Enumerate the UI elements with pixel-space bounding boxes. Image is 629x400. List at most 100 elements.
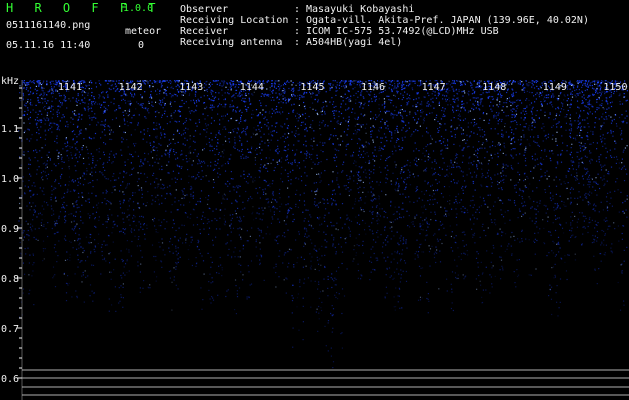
noise-dot <box>401 108 403 111</box>
noise-dot <box>362 244 364 246</box>
noise-dot <box>33 82 35 84</box>
noise-dot <box>75 170 77 172</box>
noise-dot <box>358 179 360 181</box>
noise-dot <box>92 158 94 160</box>
noise-dot <box>397 295 399 297</box>
noise-dot <box>103 162 105 164</box>
noise-dot <box>130 122 133 124</box>
noise-dot <box>27 247 29 249</box>
noise-dot <box>272 194 274 196</box>
noise-dot <box>59 211 62 213</box>
noise-dot <box>415 129 417 131</box>
noise-dot <box>210 256 212 258</box>
noise-dot <box>314 245 316 247</box>
noise-dot <box>130 162 132 164</box>
noise-dot <box>149 80 151 82</box>
noise-dot <box>402 96 405 99</box>
noise-dot <box>434 160 436 162</box>
noise-dot <box>349 84 351 86</box>
noise-dot <box>473 118 476 120</box>
info-separator: : <box>294 37 301 48</box>
noise-dot <box>174 81 176 83</box>
noise-dot <box>37 160 39 162</box>
noise-dot <box>82 101 84 103</box>
noise-dot <box>65 292 68 294</box>
noise-dot <box>63 116 65 118</box>
noise-dot <box>168 139 170 141</box>
noise-dot <box>255 217 257 219</box>
noise-dot <box>59 95 61 97</box>
noise-dot <box>370 118 372 120</box>
noise-dot <box>40 136 42 139</box>
noise-dot <box>258 229 260 231</box>
noise-dot <box>209 298 211 300</box>
noise-dot <box>169 192 171 195</box>
noise-dot <box>224 170 227 172</box>
noise-dot <box>36 139 38 141</box>
noise-dot <box>177 141 179 143</box>
noise-dot <box>174 201 176 203</box>
noise-dot <box>181 166 183 168</box>
noise-dot <box>197 242 199 244</box>
noise-dot <box>168 270 170 273</box>
noise-dot <box>61 167 63 170</box>
noise-dot <box>335 278 337 281</box>
noise-dot <box>443 215 445 217</box>
noise-dot <box>92 186 94 188</box>
noise-dot <box>177 165 179 167</box>
noise-dot <box>330 83 332 85</box>
info-value: Masayuki Kobayashi <box>306 4 415 15</box>
noise-dot <box>247 182 249 184</box>
noise-dot <box>36 122 38 124</box>
noise-dot <box>49 158 51 160</box>
noise-dot <box>452 80 454 82</box>
noise-dot <box>416 165 418 167</box>
noise-dot <box>191 187 193 189</box>
noise-dot <box>235 285 237 287</box>
noise-dot <box>284 91 286 93</box>
noise-dot <box>463 278 465 280</box>
noise-dot <box>259 143 261 145</box>
noise-dot <box>89 124 91 126</box>
noise-dot <box>461 91 463 93</box>
noise-dot <box>332 199 334 201</box>
noise-dot <box>72 97 74 99</box>
noise-dot <box>64 235 66 237</box>
noise-dot <box>124 99 126 102</box>
noise-dot <box>208 86 210 89</box>
noise-dot <box>46 154 48 156</box>
noise-dot <box>143 223 145 225</box>
noise-dot <box>73 229 75 231</box>
noise-dot <box>257 192 259 194</box>
noise-dot <box>375 98 377 101</box>
noise-dot <box>208 233 210 235</box>
noise-dot <box>211 117 213 119</box>
noise-dot <box>152 174 154 176</box>
noise-dot <box>36 216 38 218</box>
noise-dot <box>370 171 372 173</box>
noise-dot <box>174 153 176 156</box>
noise-dot <box>368 160 370 162</box>
noise-dot <box>418 265 421 267</box>
noise-dot <box>83 138 85 140</box>
noise-dot <box>91 264 93 266</box>
noise-dot <box>121 141 123 143</box>
noise-dot <box>219 256 221 259</box>
noise-dot <box>139 287 141 289</box>
noise-dot <box>415 103 417 106</box>
noise-dot <box>385 127 387 129</box>
noise-dot <box>270 80 273 82</box>
noise-dot <box>38 227 40 229</box>
noise-dot <box>94 132 97 135</box>
noise-dot <box>284 97 286 99</box>
noise-dot <box>427 181 429 184</box>
noise-dot <box>235 89 238 91</box>
noise-dot <box>213 148 215 150</box>
noise-dot <box>55 90 57 92</box>
noise-dot <box>140 250 142 252</box>
noise-dot <box>82 157 85 159</box>
noise-dot <box>316 154 318 156</box>
noise-dot <box>50 199 52 201</box>
noise-dot <box>331 87 333 89</box>
noise-dot <box>131 117 133 119</box>
